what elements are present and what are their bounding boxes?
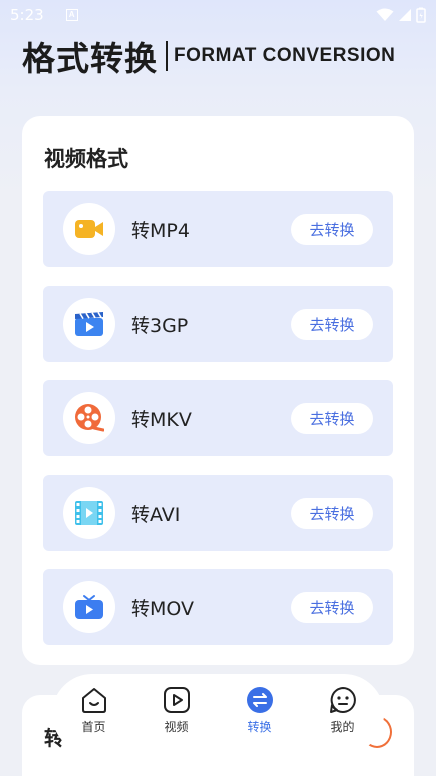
- tab-profile[interactable]: 我的: [313, 686, 373, 735]
- convert-avi-button[interactable]: 去转换: [291, 497, 373, 529]
- signal-icon: [399, 9, 411, 21]
- notification-icon: A: [65, 9, 78, 21]
- page-subtitle: FORMAT CONVERSION: [174, 45, 396, 66]
- format-label: 转MKV: [131, 408, 192, 431]
- tab-label: 转换: [247, 720, 272, 734]
- page-header: 格式转换 FORMAT CONVERSION: [22, 36, 396, 78]
- bottom-tab-bar: 首页 视频 转换 我的: [52, 674, 384, 754]
- wifi-icon: [376, 8, 394, 21]
- video-format-card: 视频格式 转MP4 去转换 转3GP 去转换 转MKV 去转换 转AVI 去转换: [22, 116, 414, 665]
- convert-mkv-button[interactable]: 去转换: [291, 402, 373, 434]
- status-time: 5:23: [10, 6, 44, 24]
- format-label: 转MP4: [131, 219, 190, 242]
- convert-3gp-button[interactable]: 去转换: [291, 308, 373, 340]
- format-label: 转3GP: [131, 314, 189, 337]
- tab-label: 我的: [330, 720, 355, 734]
- convert-mov-button[interactable]: 去转换: [291, 591, 373, 623]
- section-title: 视频格式: [44, 147, 128, 171]
- tv-icon: [63, 581, 115, 633]
- tab-label: 视频: [164, 720, 189, 734]
- tab-video[interactable]: 视频: [147, 686, 207, 735]
- header-divider: [166, 41, 168, 71]
- status-bar: 5:23 A: [0, 0, 436, 30]
- format-label: 转AVI: [131, 503, 181, 526]
- video-camera-icon: [63, 203, 115, 255]
- convert-mp4-button[interactable]: 去转换: [291, 213, 373, 245]
- format-item-avi[interactable]: 转AVI 去转换: [43, 475, 393, 551]
- film-reel-icon: [63, 392, 115, 444]
- format-item-3gp[interactable]: 转3GP 去转换: [43, 286, 393, 362]
- battery-icon: [416, 7, 426, 23]
- format-label: 转MOV: [131, 597, 195, 620]
- format-item-mp4[interactable]: 转MP4 去转换: [43, 191, 393, 267]
- play-icon: [163, 687, 190, 713]
- tab-label: 首页: [81, 720, 106, 734]
- status-indicators: [376, 7, 426, 23]
- home-smile-icon: [81, 688, 106, 713]
- convert-icon: [246, 687, 273, 713]
- page-title: 格式转换: [22, 39, 158, 78]
- film-strip-icon: [63, 487, 115, 539]
- clapperboard-icon: [63, 298, 115, 350]
- profile-face-icon: [329, 687, 356, 713]
- format-item-mkv[interactable]: 转MKV 去转换: [43, 380, 393, 456]
- format-item-mov[interactable]: 转MOV 去转换: [43, 569, 393, 645]
- tab-home[interactable]: 首页: [64, 686, 124, 735]
- tab-convert[interactable]: 转换: [230, 686, 290, 735]
